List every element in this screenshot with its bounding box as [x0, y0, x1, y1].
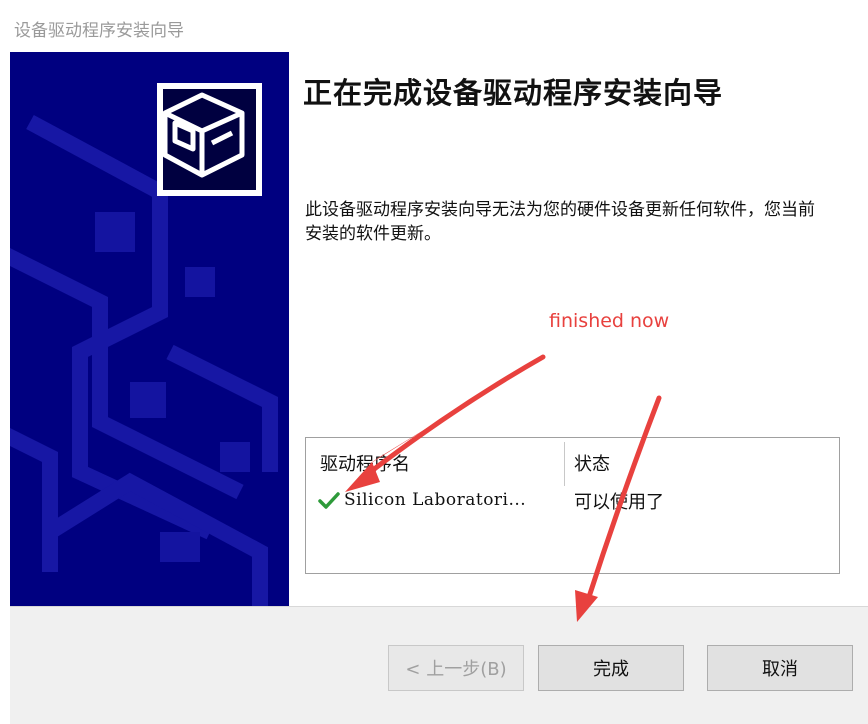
cancel-button[interactable]: 取消 [707, 645, 853, 691]
title-bar: 设备驱动程序安装向导 [0, 0, 868, 52]
finish-button[interactable]: 完成 [538, 645, 684, 691]
column-header-status[interactable]: 状态 [574, 450, 610, 476]
page-heading: 正在完成设备驱动程序安装向导 [303, 76, 724, 110]
hardware-device-logo [157, 83, 262, 196]
back-button[interactable]: < 上一步(B) [388, 645, 524, 691]
driver-name-cell: Silicon Laboratori... [344, 490, 527, 510]
window-title: 设备驱动程序安装向导 [14, 21, 184, 41]
driver-table: 驱动程序名 状态 Silicon Laboratori... 可以使用了 [305, 437, 840, 574]
column-header-driver-name[interactable]: 驱动程序名 [320, 450, 410, 476]
device-box-icon [162, 89, 256, 190]
column-divider [564, 442, 565, 486]
button-bar: < 上一步(B) 完成 取消 [10, 606, 868, 724]
driver-status-cell: 可以使用了 [574, 492, 664, 513]
page-description: 此设备驱动程序安装向导无法为您的硬件设备更新任何软件，您当前安装的软件更新。 [305, 200, 815, 244]
annotation-label: finished now [549, 310, 670, 332]
wizard-side-banner [10, 52, 289, 606]
check-icon [318, 492, 340, 509]
